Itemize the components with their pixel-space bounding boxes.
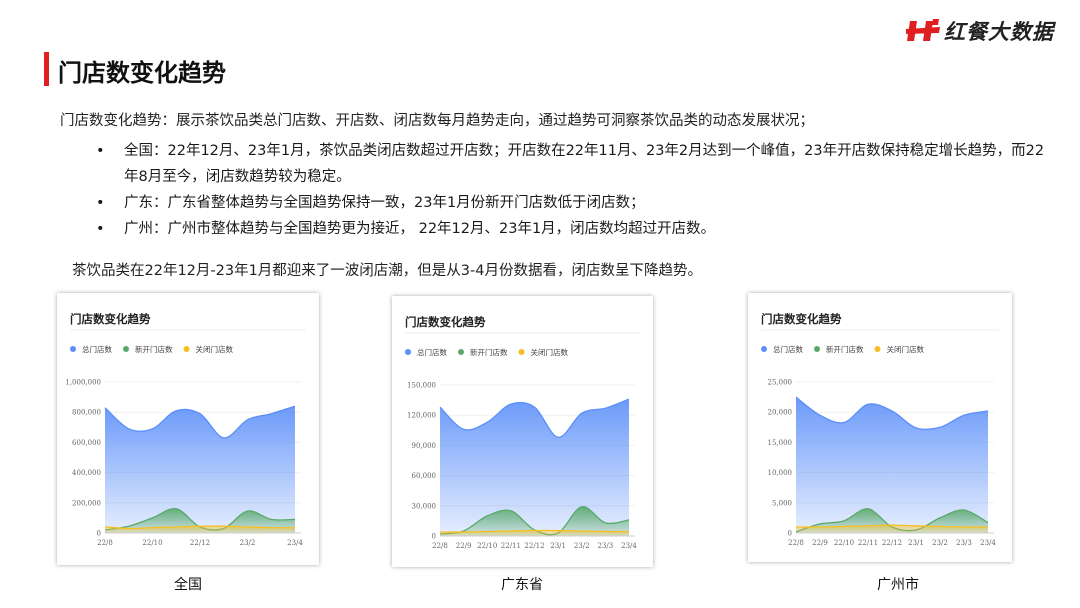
y-tick-label: 800,000 (72, 409, 101, 417)
legend-label-closed: 关闭门店数 (196, 344, 234, 354)
x-tick-label: 22/12 (882, 539, 902, 547)
legend-label-closed: 关闭门店数 (531, 347, 569, 357)
y-tick-label: 0 (432, 533, 436, 541)
x-tick-label: 23/3 (598, 542, 614, 550)
bullet-item: • 广东：广东省整体趋势与全国趋势保持一致，23年1月份新开门店数低于闭店数； (96, 190, 1058, 216)
x-tick-label: 22/10 (142, 539, 162, 547)
chart-card-national: 门店数变化趋势总门店数 新开门店数 关闭门店数 0 200,000 400,000 600,… (57, 293, 319, 565)
chart-title: 门店数变化趋势 (761, 312, 842, 326)
x-tick-label: 22/10 (834, 539, 854, 547)
y-tick-label: 150,000 (407, 382, 436, 390)
legend-marker-total (70, 346, 76, 352)
legend-marker-total (405, 349, 411, 355)
legend-marker-total (761, 346, 767, 352)
legend-label-total: 总门店数 (82, 344, 112, 354)
chart-0: 门店数变化趋势总门店数 新开门店数 关闭门店数 0 200,000 400,000 600,… (65, 312, 306, 547)
chart-card-guangzhou: 门店数变化趋势总门店数 新开门店数 关闭门店数 0 5,000 10,000 15,000 2… (748, 293, 1012, 562)
x-tick-label: 22/8 (97, 539, 113, 547)
x-tick-label: 23/4 (621, 542, 637, 550)
x-tick-label: 22/8 (432, 542, 448, 550)
y-tick-label: 30,000 (412, 502, 437, 510)
y-tick-label: 0 (788, 530, 792, 538)
bullet-text: 广州：广州市整体趋势与全国趋势更为接近， 22年12月、23年1月，闭店数均超过… (124, 221, 716, 237)
bullet-item: • 广州：广州市整体趋势与全国趋势更为接近， 22年12月、23年1月，闭店数均超… (96, 216, 1058, 242)
legend-marker-opened (814, 346, 820, 352)
legend-marker-closed (518, 349, 525, 355)
y-tick-label: 20,000 (768, 409, 793, 417)
bullet-dot: • (96, 143, 105, 159)
chart-1: 门店数变化趋势总门店数 新开门店数 关闭门店数 0 30,000 60,000 90,000… (405, 315, 640, 550)
legend-label-opened: 新开门店数 (470, 347, 508, 357)
x-tick-label: 22/8 (788, 539, 804, 547)
x-tick-label: 22/11 (858, 539, 878, 547)
chart-2: 门店数变化趋势总门店数 新开门店数 关闭门店数 0 5,000 10,000 15,000 2… (761, 312, 999, 547)
legend-marker-closed (874, 346, 881, 352)
intro-text: 门店数变化趋势：展示茶饮品类总门店数、开店数、闭店数每月趋势走向，通过趋势可洞察… (60, 113, 814, 129)
legend-label-opened: 新开门店数 (135, 344, 173, 354)
brand-logo-icon (906, 19, 940, 41)
legend-label-total: 总门店数 (773, 344, 803, 354)
brand-name: 红餐大数据 (944, 20, 1054, 44)
legend-label-opened: 新开门店数 (826, 344, 864, 354)
chart-caption-national: 全国 (174, 577, 202, 593)
legend-label-closed: 关闭门店数 (887, 344, 925, 354)
bullet-item: • 全国：22年12月、23年1月，茶饮品类闭店数超过开店数；开店数在22年11月… (96, 138, 1058, 190)
bullet-text: 全国：22年12月、23年1月，茶饮品类闭店数超过开店数；开店数在22年11月、… (124, 143, 1045, 185)
x-tick-label: 23/2 (240, 539, 256, 547)
y-tick-label: 120,000 (407, 412, 436, 420)
legend-marker-closed (183, 346, 190, 352)
y-tick-label: 1,000,000 (65, 379, 101, 387)
chart-card-guangdong: 门店数变化趋势总门店数 新开门店数 关闭门店数 0 30,000 60,000 90,000… (392, 296, 653, 567)
y-tick-label: 5,000 (772, 499, 792, 507)
y-tick-label: 90,000 (412, 442, 437, 450)
x-tick-label: 23/4 (980, 539, 996, 547)
page-title: 门店数变化趋势 (58, 59, 226, 87)
y-tick-label: 15,000 (768, 439, 793, 447)
conclusion-text: 茶饮品类在22年12月-23年1月都迎来了一波闭店潮，但是从3-4月份数据看，闭… (72, 263, 702, 279)
chart-caption-guangdong: 广东省 (501, 577, 543, 593)
legend-marker-opened (458, 349, 464, 355)
series-area-total (105, 406, 295, 533)
x-tick-label: 22/12 (190, 539, 210, 547)
chart-title: 门店数变化趋势 (405, 315, 486, 329)
legend-marker-opened (123, 346, 129, 352)
y-tick-label: 10,000 (768, 469, 793, 477)
x-tick-label: 23/1 (550, 542, 566, 550)
y-tick-label: 0 (97, 530, 101, 538)
x-tick-label: 23/1 (908, 539, 924, 547)
x-tick-label: 23/4 (287, 539, 303, 547)
bullet-dot: • (96, 221, 105, 237)
brand-logo: 红餐大数据 (906, 16, 1054, 46)
bullet-list: • 全国：22年12月、23年1月，茶饮品类闭店数超过开店数；开店数在22年11月… (96, 138, 1058, 242)
bullet-dot: • (96, 195, 105, 211)
y-tick-label: 60,000 (412, 472, 437, 480)
y-tick-label: 400,000 (72, 469, 101, 477)
y-tick-label: 600,000 (72, 439, 101, 447)
x-tick-label: 22/10 (477, 542, 497, 550)
x-tick-label: 23/2 (932, 539, 948, 547)
legend-label-total: 总门店数 (417, 347, 447, 357)
x-tick-label: 22/9 (456, 542, 472, 550)
x-tick-label: 23/2 (574, 542, 590, 550)
x-tick-label: 22/11 (501, 542, 521, 550)
x-tick-label: 22/12 (524, 542, 544, 550)
title-accent-bar (44, 52, 49, 86)
y-tick-label: 25,000 (768, 379, 793, 387)
chart-title: 门店数变化趋势 (70, 312, 151, 326)
chart-caption-guangzhou: 广州市 (877, 577, 919, 593)
series-area-total (440, 399, 629, 536)
x-tick-label: 23/3 (956, 539, 972, 547)
bullet-text: 广东：广东省整体趋势与全国趋势保持一致，23年1月份新开门店数低于闭店数； (124, 195, 645, 211)
x-tick-label: 22/9 (812, 539, 828, 547)
y-tick-label: 200,000 (72, 499, 101, 507)
